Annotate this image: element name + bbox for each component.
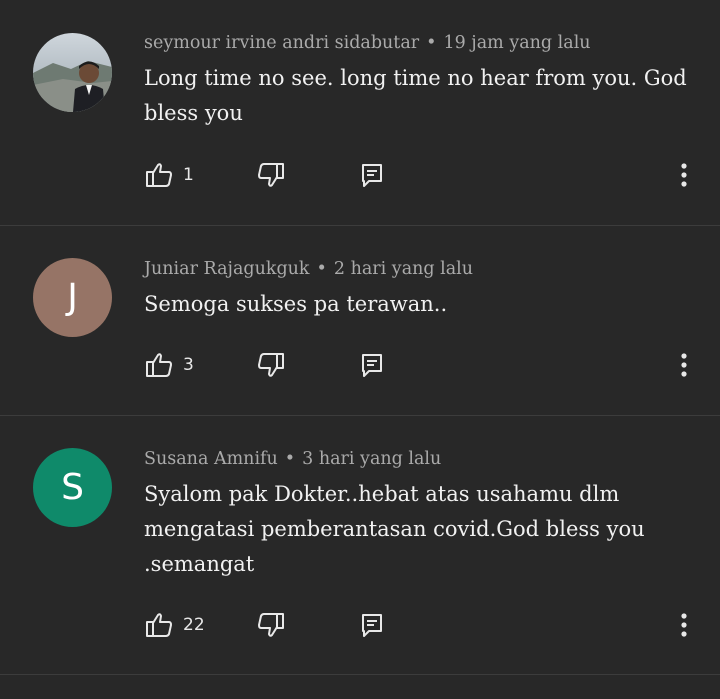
reply-button[interactable]	[360, 612, 384, 638]
like-button[interactable]: 3	[145, 352, 194, 378]
comment-actions: 1	[0, 156, 720, 196]
meta-separator: •	[426, 33, 437, 53]
comment-actions: 3	[0, 346, 720, 386]
avatar-letter: J	[67, 277, 78, 318]
more-options-button[interactable]	[673, 610, 695, 640]
comment-meta: Juniar Rajagukguk • 2 hari yang lalu	[144, 259, 473, 279]
more-options-button[interactable]	[673, 160, 695, 190]
comment-actions: 22	[0, 606, 720, 646]
reply-button[interactable]	[360, 162, 384, 188]
dislike-button[interactable]	[257, 352, 285, 378]
reply-icon	[360, 612, 384, 638]
comment-text: Long time no see. long time no hear from…	[144, 66, 687, 125]
comment-text: Syalom pak Dokter..hebat atas usahamu dl…	[144, 482, 645, 576]
comment-author[interactable]: Juniar Rajagukguk	[144, 259, 310, 279]
dislike-button[interactable]	[257, 162, 285, 188]
like-count: 22	[183, 615, 205, 635]
avatar[interactable]: S	[33, 448, 112, 527]
reply-button[interactable]	[360, 352, 384, 378]
comment-time[interactable]: 2 hari yang lalu	[334, 259, 473, 279]
avatar-letter: S	[61, 467, 84, 508]
comment-meta: seymour irvine andri sidabutar • 19 jam ya…	[144, 33, 591, 53]
more-options-button[interactable]	[673, 350, 695, 380]
like-count: 3	[183, 355, 194, 375]
like-count: 1	[183, 165, 194, 185]
thumbs-down-icon	[257, 612, 285, 638]
reply-icon	[360, 162, 384, 188]
thumbs-up-icon	[145, 352, 173, 378]
avatar[interactable]	[33, 33, 112, 112]
comment-author[interactable]: Susana Amnifu	[144, 449, 278, 469]
comment-item: S Susana Amnifu • 3 hari yang lalu Syalom …	[0, 416, 720, 675]
more-vertical-icon	[673, 610, 695, 640]
meta-separator: •	[284, 449, 296, 469]
thumbs-down-icon	[257, 352, 285, 378]
thumbs-down-icon	[257, 162, 285, 188]
like-button[interactable]: 1	[145, 162, 194, 188]
comment-item: J Juniar Rajagukguk • 2 hari yang lalu Sem…	[0, 226, 720, 416]
comment-meta: Susana Amnifu • 3 hari yang lalu	[144, 449, 441, 469]
comment-item: seymour irvine andri sidabutar • 19 jam ya…	[0, 0, 720, 226]
avatar[interactable]: J	[33, 258, 112, 337]
avatar-photo	[33, 33, 112, 112]
dislike-button[interactable]	[257, 612, 285, 638]
comment-text: Semoga sukses pa terawan..	[144, 292, 448, 316]
reply-icon	[360, 352, 384, 378]
meta-separator: •	[316, 259, 327, 279]
like-button[interactable]: 22	[145, 612, 205, 638]
comment-time[interactable]: 19 jam yang lalu	[443, 33, 590, 53]
thumbs-up-icon	[145, 612, 173, 638]
more-vertical-icon	[673, 350, 695, 380]
comment-time[interactable]: 3 hari yang lalu	[302, 449, 441, 469]
more-vertical-icon	[673, 160, 695, 190]
comment-author[interactable]: seymour irvine andri sidabutar	[144, 33, 419, 53]
thumbs-up-icon	[145, 162, 173, 188]
